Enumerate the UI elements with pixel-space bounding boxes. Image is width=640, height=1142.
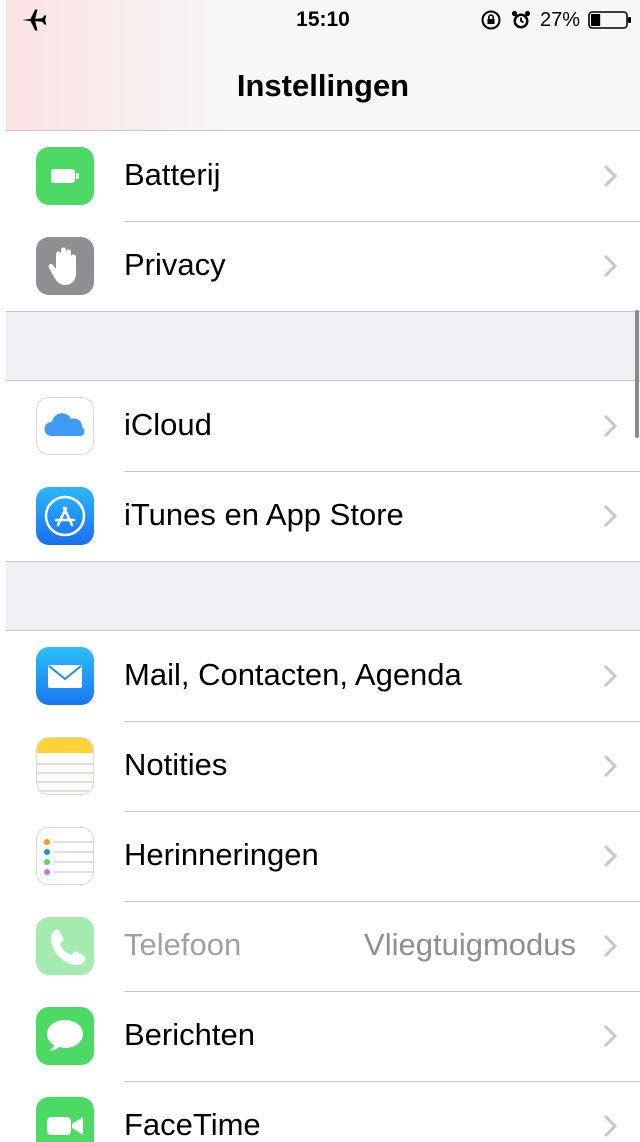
row-label: Mail, Contacten, Agenda: [124, 657, 462, 692]
row-label: Berichten: [124, 1017, 255, 1052]
settings-row-batterij[interactable]: Batterij: [6, 131, 640, 221]
row-label: Herinneringen: [124, 837, 319, 872]
settings-group-1: Batterij Privacy: [6, 130, 640, 312]
settings-row-notities[interactable]: Notities: [6, 721, 640, 811]
page-title: Instellingen: [236, 68, 410, 103]
icloud-icon: [36, 397, 94, 455]
chevron-right-icon: [603, 934, 618, 958]
alarm-icon: [511, 10, 531, 29]
row-label: Telefoon: [124, 927, 242, 962]
settings-row-privacy[interactable]: Privacy: [6, 221, 640, 311]
app-store-icon: [36, 487, 94, 545]
chevron-right-icon: [603, 414, 618, 438]
row-label: iTunes en App Store: [124, 497, 404, 532]
messages-icon: [36, 1007, 94, 1065]
scroll-indicator[interactable]: [635, 310, 639, 438]
row-label: Batterij: [124, 157, 221, 192]
settings-row-facetime[interactable]: FaceTime: [6, 1081, 640, 1142]
chevron-right-icon: [603, 1114, 618, 1138]
chevron-right-icon: [603, 844, 618, 868]
notes-icon: [36, 737, 94, 795]
facetime-icon: [36, 1097, 94, 1142]
navigation-bar: Instellingen: [6, 42, 640, 131]
row-label: iCloud: [124, 407, 212, 442]
settings-row-herinneringen[interactable]: Herinneringen: [6, 811, 640, 901]
settings-group-3: Mail, Contacten, Agenda Notities Herinne…: [6, 630, 640, 1142]
privacy-hand-icon: [36, 237, 94, 295]
battery-icon: [588, 11, 631, 29]
battery-percent: 27%: [539, 8, 580, 31]
settings-screen: 15:10 27% Instellingen Batterij Privacy …: [6, 0, 640, 1142]
rotation-lock-icon: [481, 10, 501, 30]
row-label: FaceTime: [124, 1107, 261, 1142]
phone-icon: [36, 917, 94, 975]
settings-row-mail[interactable]: Mail, Contacten, Agenda: [6, 631, 640, 721]
status-bar: 15:10 27%: [6, 0, 640, 42]
chevron-right-icon: [603, 164, 618, 188]
settings-row-icloud[interactable]: iCloud: [6, 381, 640, 471]
row-value: Vliegtuigmodus: [364, 927, 576, 962]
settings-group-2: iCloud iTunes en App Store: [6, 380, 640, 562]
chevron-right-icon: [603, 754, 618, 778]
chevron-right-icon: [603, 254, 618, 278]
battery-app-icon: [36, 147, 94, 205]
row-label: Privacy: [124, 247, 226, 282]
chevron-right-icon: [603, 504, 618, 528]
settings-row-berichten[interactable]: Berichten: [6, 991, 640, 1081]
reminders-icon: [36, 827, 94, 885]
chevron-right-icon: [603, 664, 618, 688]
row-label: Notities: [124, 747, 228, 782]
chevron-right-icon: [603, 1024, 618, 1048]
settings-row-itunes-app-store[interactable]: iTunes en App Store: [6, 471, 640, 561]
settings-row-telefoon[interactable]: Telefoon Vliegtuigmodus: [6, 901, 640, 991]
mail-icon: [36, 647, 94, 705]
